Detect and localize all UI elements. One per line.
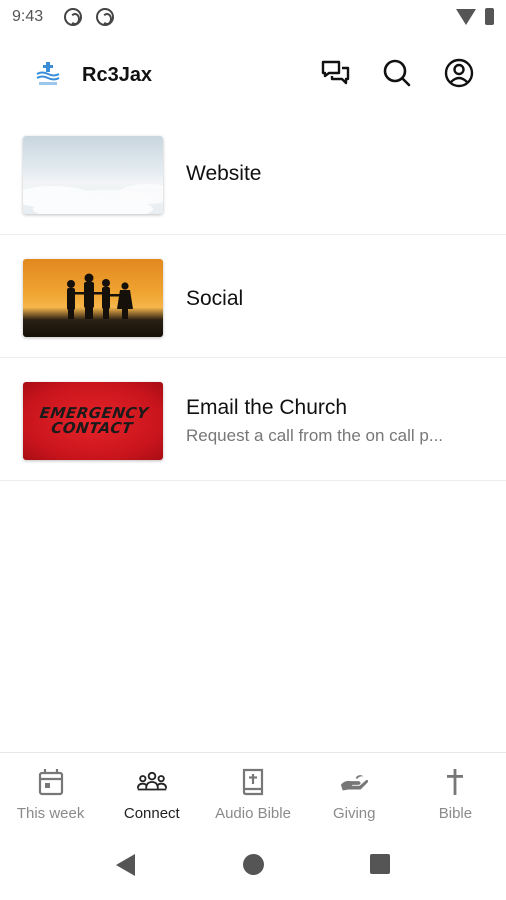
bottom-nav: This week Connect Audio Bible Giving Bib… [0,752,506,831]
back-icon[interactable] [116,854,135,876]
list-item-title: Email the Church [186,396,348,419]
bible-book-icon [238,767,268,797]
nav-label: Connect [123,805,180,822]
calendar-icon [36,767,66,797]
emergency-thumbnail: EMERGENCY CONTACT [23,382,163,460]
nav-bible[interactable]: Bible [405,753,506,831]
social-thumbnail [23,259,163,337]
cross-icon [440,767,470,797]
home-icon[interactable] [243,854,264,875]
wifi-icon [456,9,476,25]
nav-giving[interactable]: Giving [304,753,405,831]
list-item-title: Website [186,162,262,185]
nav-label: Audio Bible [215,805,291,822]
app-bar: Rc3Jax [0,42,506,106]
website-thumbnail [23,136,163,214]
list-item-email-church[interactable]: EMERGENCY CONTACT Email the Church Reque… [0,358,506,481]
at-sign-icon [96,8,114,26]
nav-label: Giving [332,805,376,822]
connect-list: Website Social EMERGENCY CONTACT Email t… [0,112,506,481]
system-nav-bar [0,834,506,900]
list-item-social[interactable]: Social [0,235,506,358]
list-item-website[interactable]: Website [0,112,506,235]
nav-label: Bible [438,805,473,822]
list-item-title: Social [186,287,244,310]
church-logo [34,60,62,88]
search-icon[interactable] [380,56,414,90]
at-sign-icon [64,8,82,26]
recents-icon[interactable] [370,854,390,874]
nav-connect[interactable]: Connect [101,753,202,831]
account-icon[interactable] [442,56,476,90]
app-title: Rc3Jax [82,64,153,86]
battery-icon [485,8,494,25]
list-item-subtitle: Request a call from the on call p... [186,426,444,445]
emergency-thumb-text: EMERGENCY CONTACT [38,404,150,437]
nav-label: This week [16,805,85,822]
giving-hand-icon [339,767,369,797]
status-time: 9:43 [12,8,44,25]
nav-audio-bible[interactable]: Audio Bible [202,753,303,831]
group-icon [136,767,167,797]
status-bar: 9:43 [0,0,506,34]
chat-icon[interactable] [318,56,352,90]
nav-this-week[interactable]: This week [0,753,101,831]
